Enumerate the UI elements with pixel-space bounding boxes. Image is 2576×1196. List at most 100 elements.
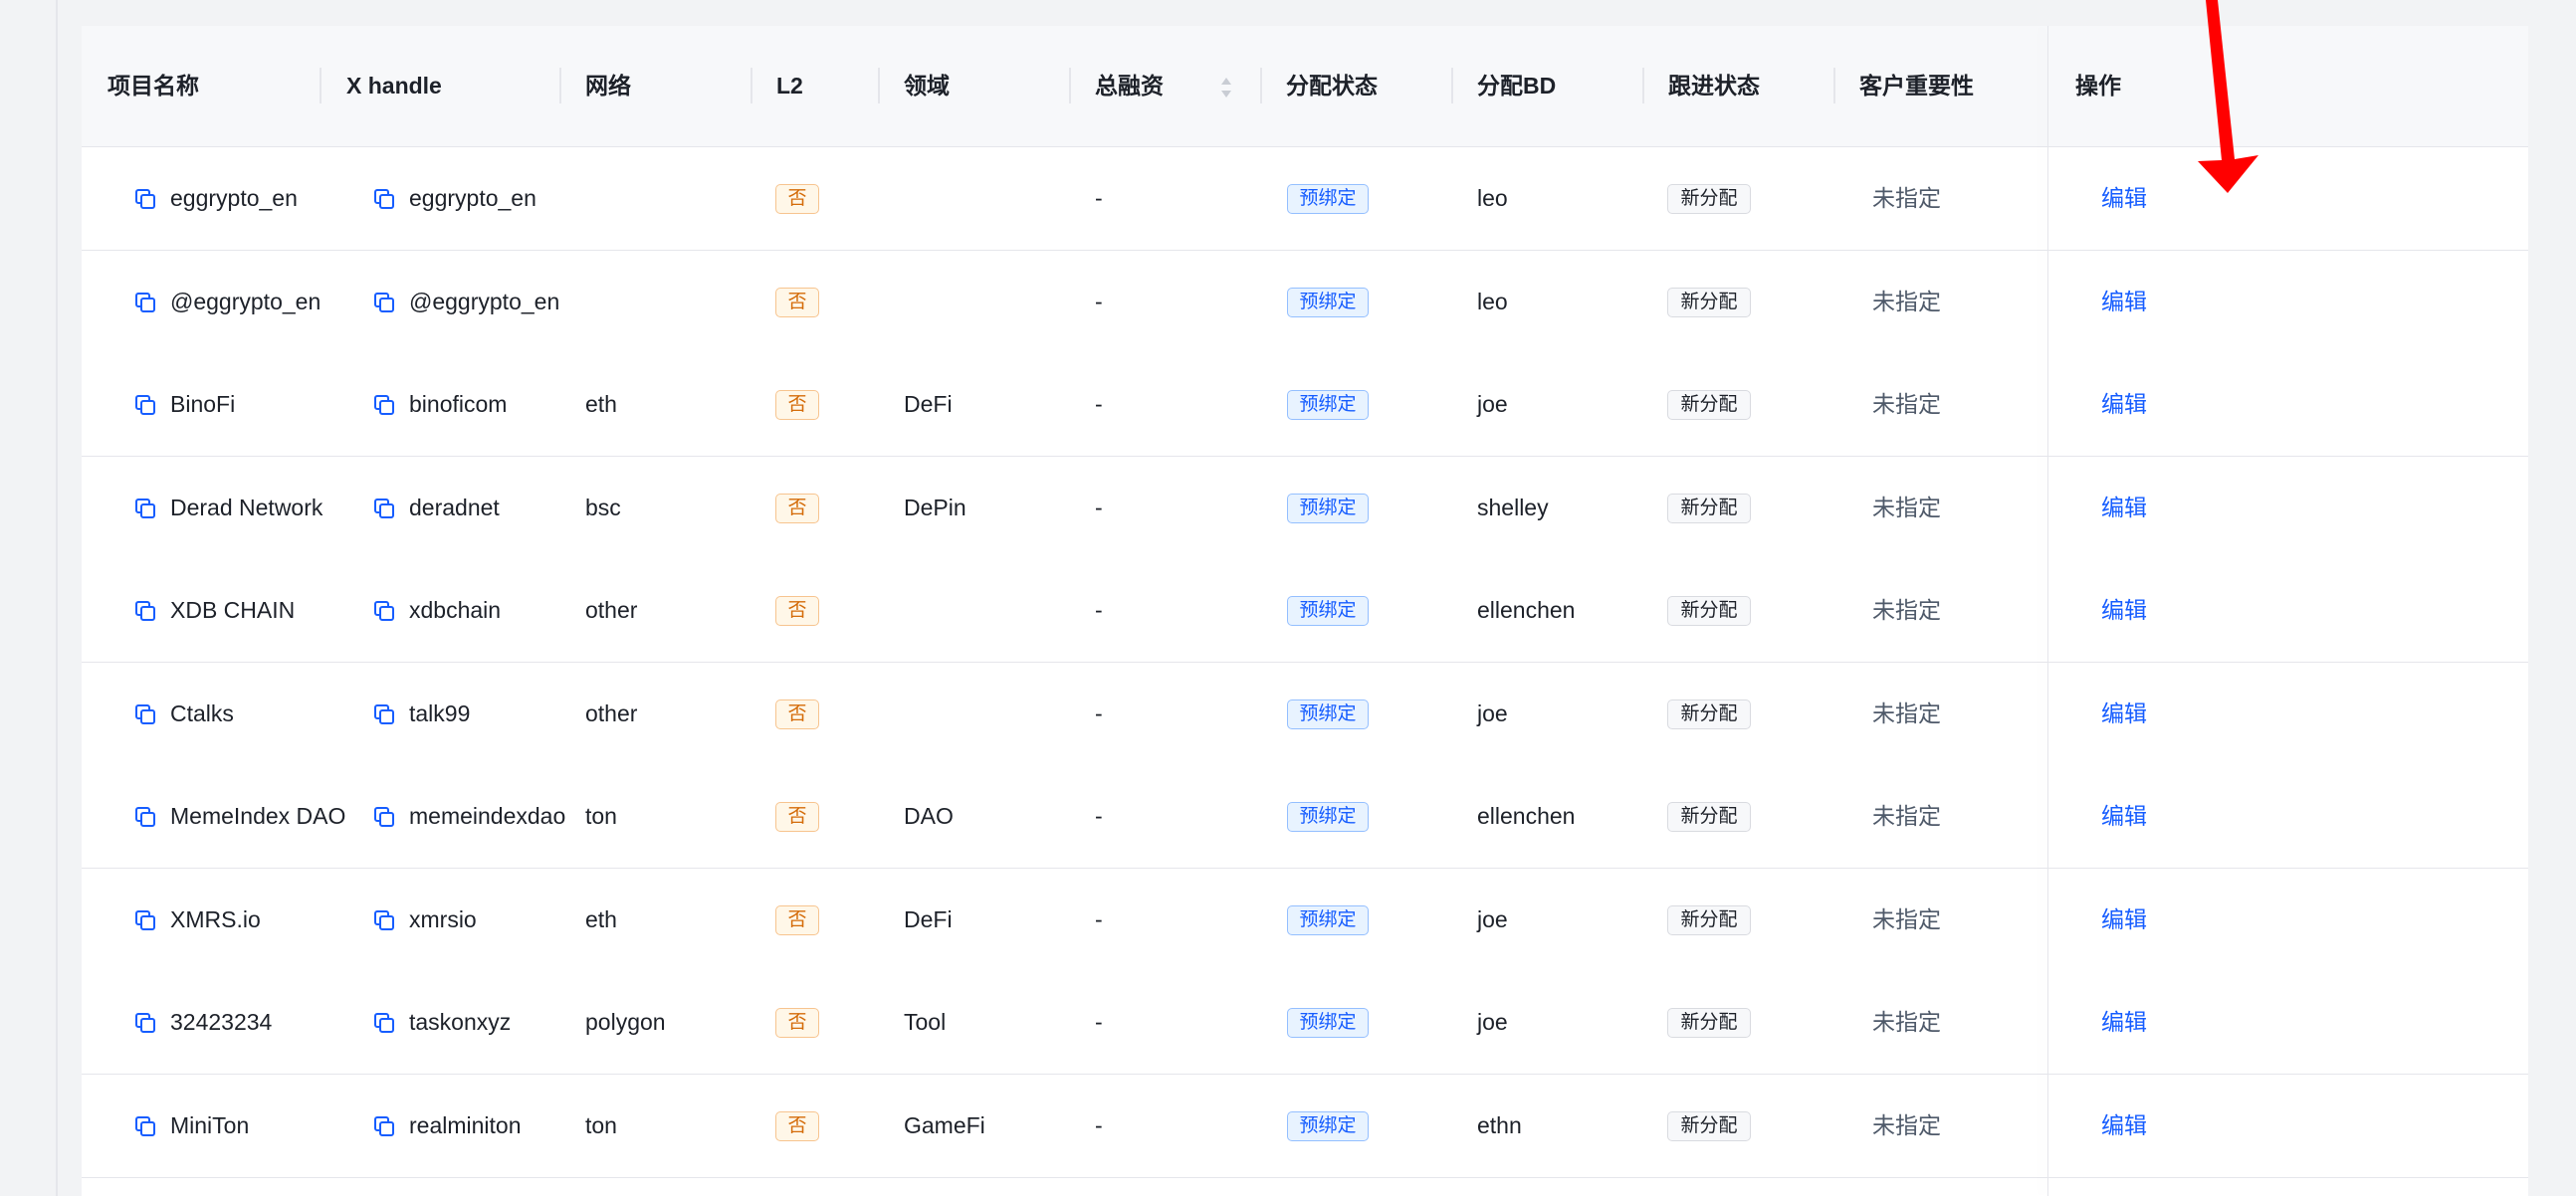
copy-icon[interactable]: [372, 599, 396, 623]
assign-status-tag: 预绑定: [1287, 698, 1369, 729]
assign-status-tag: 预绑定: [1287, 1008, 1369, 1038]
copy-icon[interactable]: [372, 497, 396, 520]
domain-value: DeFi: [904, 391, 953, 417]
column-divider[interactable]: [751, 68, 752, 103]
l2-tag: 否: [775, 493, 819, 523]
header-domain[interactable]: 领域: [904, 26, 950, 146]
project-name: MemeIndex DAO: [170, 803, 346, 829]
column-divider[interactable]: [1260, 68, 1262, 103]
copy-icon[interactable]: [133, 497, 157, 520]
network-value: ton: [585, 803, 617, 829]
column-divider[interactable]: [878, 68, 880, 103]
domain-value: DePin: [904, 494, 966, 520]
header-name[interactable]: 项目名称: [107, 26, 199, 146]
left-panel-edge: [0, 0, 58, 1196]
header-funding[interactable]: 总融资: [1095, 26, 1164, 146]
network-value: eth: [585, 905, 617, 932]
follow-status-tag: 新分配: [1667, 1110, 1751, 1141]
header-l2[interactable]: L2: [776, 26, 803, 146]
copy-icon[interactable]: [372, 393, 396, 417]
column-divider[interactable]: [1833, 68, 1835, 103]
copy-icon[interactable]: [372, 805, 396, 829]
table-row: eggrypto_en eggrypto_en 否 - 预绑定 leo 新分配 未指定 编辑: [82, 147, 2528, 251]
copy-icon[interactable]: [133, 908, 157, 932]
header-assign-bd[interactable]: 分配BD: [1477, 26, 1556, 146]
edit-link[interactable]: 编辑: [2101, 765, 2147, 868]
table-row: 32423234 taskonxyz polygon 否 Tool - 预绑定 joe 新分配 未…: [82, 971, 2528, 1075]
follow-status-tag: 新分配: [1667, 493, 1751, 523]
x-handle: deradnet: [409, 494, 500, 520]
copy-icon[interactable]: [372, 1011, 396, 1035]
header-assign-status[interactable]: 分配状态: [1286, 26, 1378, 146]
assign-status-tag: 预绑定: [1287, 1110, 1369, 1141]
edit-link[interactable]: 编辑: [2101, 971, 2147, 1074]
x-handle: eggrypto_en: [409, 185, 537, 211]
copy-icon[interactable]: [372, 702, 396, 726]
funding-value: -: [1095, 905, 1103, 932]
project-name: XMRS.io: [170, 905, 261, 932]
follow-status-tag: 新分配: [1667, 802, 1751, 832]
table-header: 项目名称 X handle 网络 L2 领域 总融资 分配状态 分配BD 跟进状…: [82, 26, 2528, 147]
copy-icon[interactable]: [133, 1011, 157, 1035]
edit-link[interactable]: 编辑: [2101, 457, 2147, 559]
l2-tag: 否: [775, 287, 819, 317]
assign-status-tag: 预绑定: [1287, 287, 1369, 317]
x-handle: talk99: [409, 699, 471, 726]
edit-link[interactable]: 编辑: [2101, 1075, 2147, 1177]
funding-value: -: [1095, 803, 1103, 829]
importance-value: 未指定: [1872, 288, 1941, 314]
column-divider[interactable]: [1642, 68, 1644, 103]
x-handle: xdbchain: [409, 597, 502, 623]
header-handle[interactable]: X handle: [346, 26, 442, 146]
copy-icon[interactable]: [133, 187, 157, 211]
copy-icon[interactable]: [372, 908, 396, 932]
x-handle: binoficom: [409, 391, 508, 417]
copy-icon[interactable]: [372, 187, 396, 211]
edit-link[interactable]: 编辑: [2101, 663, 2147, 765]
header-action: 操作: [2075, 73, 2121, 99]
assign-status-tag: 预绑定: [1287, 493, 1369, 523]
importance-value: 未指定: [1872, 699, 1941, 726]
follow-status-tag: 新分配: [1667, 287, 1751, 317]
column-divider[interactable]: [320, 68, 322, 103]
table-row: MemeIndex DAO memeindexdao ton 否 DAO - 预绑定 elle…: [82, 765, 2528, 869]
importance-value: 未指定: [1872, 905, 1941, 932]
x-handle: taskonxyz: [409, 1009, 512, 1035]
importance-value: 未指定: [1872, 1009, 1941, 1035]
funding-value: -: [1095, 1009, 1103, 1035]
funding-value: -: [1095, 597, 1103, 623]
copy-icon[interactable]: [133, 599, 157, 623]
header-network[interactable]: 网络: [585, 26, 631, 146]
copy-icon[interactable]: [133, 393, 157, 417]
funding-value: -: [1095, 494, 1103, 520]
copy-icon[interactable]: [133, 1114, 157, 1138]
follow-status-tag: 新分配: [1667, 184, 1751, 214]
edit-link[interactable]: 编辑: [2101, 559, 2147, 662]
header-follow-status[interactable]: 跟进状态: [1668, 26, 1760, 146]
importance-value: 未指定: [1872, 185, 1941, 211]
network-value: other: [585, 597, 638, 623]
copy-icon[interactable]: [133, 702, 157, 726]
network-value: eth: [585, 391, 617, 417]
l2-tag: 否: [775, 1110, 819, 1141]
copy-icon[interactable]: [372, 1114, 396, 1138]
funding-value: -: [1095, 288, 1103, 314]
sort-icon[interactable]: [1218, 75, 1234, 100]
edit-link[interactable]: 编辑: [2101, 869, 2147, 971]
copy-icon[interactable]: [133, 805, 157, 829]
follow-status-tag: 新分配: [1667, 596, 1751, 626]
assigned-bd: leo: [1477, 288, 1508, 314]
edit-link[interactable]: 编辑: [2101, 353, 2147, 456]
assigned-bd: shelley: [1477, 494, 1549, 520]
header-importance[interactable]: 客户重要性: [1859, 26, 1974, 146]
table-row: BinoFi binoficom eth 否 DeFi - 预绑定 joe 新分配 未指定 编辑: [82, 353, 2528, 457]
column-divider[interactable]: [1451, 68, 1453, 103]
copy-icon[interactable]: [372, 291, 396, 314]
copy-icon[interactable]: [133, 291, 157, 314]
column-divider[interactable]: [559, 68, 561, 103]
column-divider[interactable]: [1069, 68, 1071, 103]
edit-link[interactable]: 编辑: [2101, 147, 2147, 250]
l2-tag: 否: [775, 596, 819, 626]
project-name: Ctalks: [170, 699, 234, 726]
edit-link[interactable]: 编辑: [2101, 251, 2147, 353]
